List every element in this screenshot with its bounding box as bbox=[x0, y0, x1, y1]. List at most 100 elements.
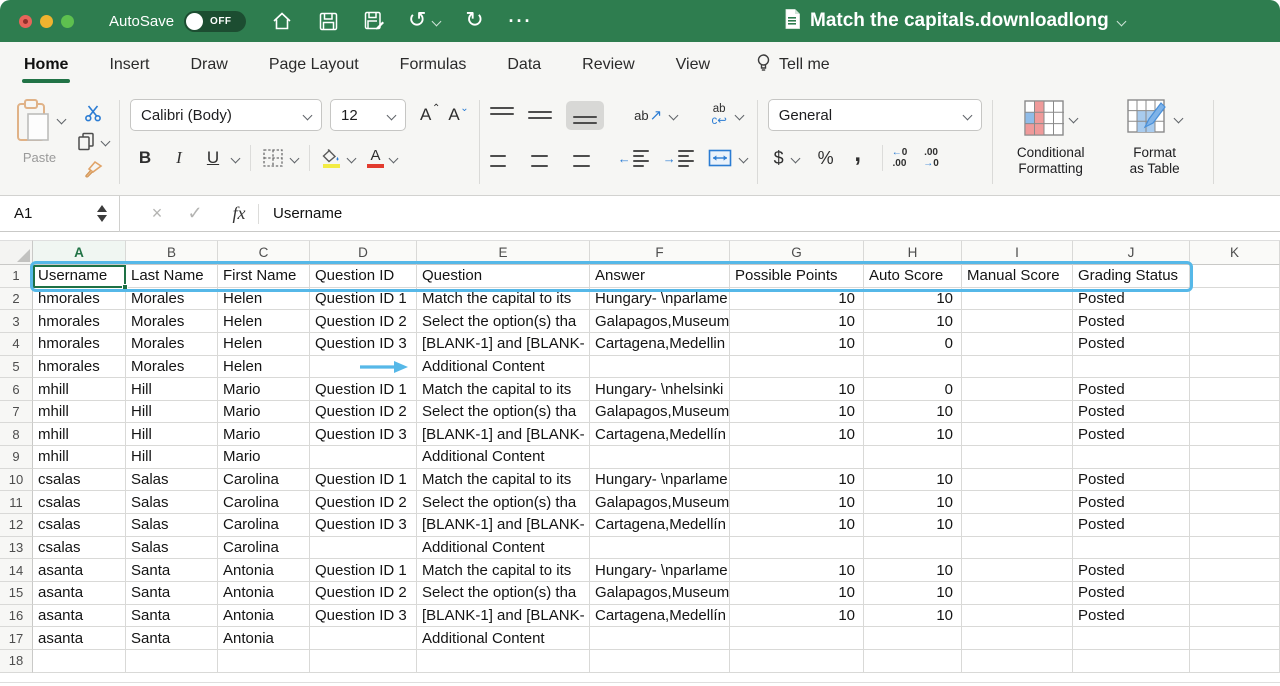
cell-F12[interactable]: Cartagena,Medellín bbox=[590, 514, 730, 537]
align-bottom-button[interactable] bbox=[566, 101, 604, 130]
cell-G15[interactable]: 10 bbox=[730, 582, 864, 605]
cell-D3[interactable]: Question ID 2 bbox=[310, 310, 417, 333]
shrink-font-button[interactable]: A⌄ bbox=[448, 105, 468, 125]
cell-K8[interactable] bbox=[1190, 423, 1280, 446]
cell-F4[interactable]: Cartagena,Medellin bbox=[590, 333, 730, 356]
cell-C17[interactable]: Antonia bbox=[218, 627, 310, 650]
cell-B2[interactable]: Morales bbox=[126, 288, 218, 311]
cell-J5[interactable] bbox=[1073, 356, 1190, 379]
cell-K5[interactable] bbox=[1190, 356, 1280, 379]
wrap-text-button[interactable]: abc↩ bbox=[708, 103, 747, 127]
cell-C14[interactable]: Antonia bbox=[218, 559, 310, 582]
orientation-button[interactable]: ab ↗ bbox=[618, 106, 694, 124]
cell-D9[interactable] bbox=[310, 446, 417, 469]
fill-color-button[interactable] bbox=[321, 148, 355, 168]
cell-H18[interactable] bbox=[864, 650, 962, 673]
cell-E8[interactable]: [BLANK-1] and [BLANK- bbox=[417, 423, 590, 446]
conditional-formatting-chevron-icon[interactable] bbox=[1069, 113, 1079, 123]
cell-K16[interactable] bbox=[1190, 605, 1280, 628]
cell-C11[interactable]: Carolina bbox=[218, 491, 310, 514]
name-box-stepper[interactable] bbox=[97, 205, 107, 222]
save-icon[interactable] bbox=[316, 9, 340, 33]
cell-I16[interactable] bbox=[962, 605, 1073, 628]
cell-E17[interactable]: Additional Content bbox=[417, 627, 590, 650]
cell-B6[interactable]: Hill bbox=[126, 378, 218, 401]
select-all-corner[interactable] bbox=[0, 240, 33, 265]
column-header-C[interactable]: C bbox=[218, 240, 310, 265]
tell-me-button[interactable]: Tell me bbox=[755, 53, 830, 78]
title-chevron-icon[interactable] bbox=[1116, 16, 1126, 26]
cell-E14[interactable]: Match the capital to its bbox=[417, 559, 590, 582]
row-header-9[interactable]: 9 bbox=[0, 446, 33, 469]
cell-A13[interactable]: csalas bbox=[33, 537, 126, 560]
tab-review[interactable]: Review bbox=[582, 42, 634, 88]
cell-B14[interactable]: Santa bbox=[126, 559, 218, 582]
more-commands-icon[interactable]: ··· bbox=[508, 9, 532, 33]
cell-D6[interactable]: Question ID 1 bbox=[310, 378, 417, 401]
cell-C13[interactable]: Carolina bbox=[218, 537, 310, 560]
column-header-D[interactable]: D bbox=[310, 240, 417, 265]
cell-H11[interactable]: 10 bbox=[864, 491, 962, 514]
cell-B8[interactable]: Hill bbox=[126, 423, 218, 446]
cell-I15[interactable] bbox=[962, 582, 1073, 605]
cell-D8[interactable]: Question ID 3 bbox=[310, 423, 417, 446]
cell-K10[interactable] bbox=[1190, 469, 1280, 492]
cell-K1[interactable] bbox=[1190, 265, 1280, 288]
cell-A15[interactable]: asanta bbox=[33, 582, 126, 605]
column-header-I[interactable]: I bbox=[962, 240, 1073, 265]
row-header-7[interactable]: 7 bbox=[0, 401, 33, 424]
cell-G1[interactable]: Possible Points bbox=[730, 265, 864, 288]
cell-A17[interactable]: asanta bbox=[33, 627, 126, 650]
row-header-14[interactable]: 14 bbox=[0, 559, 33, 582]
cell-B12[interactable]: Salas bbox=[126, 514, 218, 537]
currency-chevron-icon[interactable] bbox=[790, 153, 800, 163]
cell-A1[interactable]: Username bbox=[33, 265, 126, 288]
cell-C6[interactable]: Mario bbox=[218, 378, 310, 401]
cell-A16[interactable]: asanta bbox=[33, 605, 126, 628]
close-button[interactable] bbox=[19, 15, 32, 28]
cell-A7[interactable]: mhill bbox=[33, 401, 126, 424]
cell-G18[interactable] bbox=[730, 650, 864, 673]
font-color-chevron-icon[interactable] bbox=[389, 153, 399, 163]
cell-E16[interactable]: [BLANK-1] and [BLANK- bbox=[417, 605, 590, 628]
autosave-toggle[interactable]: OFF bbox=[184, 11, 246, 32]
cell-H8[interactable]: 10 bbox=[864, 423, 962, 446]
cell-H6[interactable]: 0 bbox=[864, 378, 962, 401]
align-middle-button[interactable] bbox=[528, 107, 552, 124]
cell-I14[interactable] bbox=[962, 559, 1073, 582]
cell-H12[interactable]: 10 bbox=[864, 514, 962, 537]
cell-I18[interactable] bbox=[962, 650, 1073, 673]
cell-C10[interactable]: Carolina bbox=[218, 469, 310, 492]
cell-G6[interactable]: 10 bbox=[730, 378, 864, 401]
row-header-6[interactable]: 6 bbox=[0, 378, 33, 401]
cell-E12[interactable]: [BLANK-1] and [BLANK- bbox=[417, 514, 590, 537]
row-header-15[interactable]: 15 bbox=[0, 582, 33, 605]
cell-I2[interactable] bbox=[962, 288, 1073, 311]
cell-C3[interactable]: Helen bbox=[218, 310, 310, 333]
decrease-decimal-button[interactable]: ←←00 .00 bbox=[892, 147, 908, 169]
cell-D5[interactable] bbox=[310, 356, 417, 379]
cell-J16[interactable]: Posted bbox=[1073, 605, 1190, 628]
cell-B9[interactable]: Hill bbox=[126, 446, 218, 469]
row-header-1[interactable]: 1 bbox=[0, 265, 33, 288]
cell-E18[interactable] bbox=[417, 650, 590, 673]
cell-D11[interactable]: Question ID 2 bbox=[310, 491, 417, 514]
tab-view[interactable]: View bbox=[676, 42, 710, 88]
cell-B7[interactable]: Hill bbox=[126, 401, 218, 424]
cell-I12[interactable] bbox=[962, 514, 1073, 537]
cell-H17[interactable] bbox=[864, 627, 962, 650]
cell-F17[interactable] bbox=[590, 627, 730, 650]
cell-K15[interactable] bbox=[1190, 582, 1280, 605]
cell-J18[interactable] bbox=[1073, 650, 1190, 673]
cell-C7[interactable]: Mario bbox=[218, 401, 310, 424]
cell-H2[interactable]: 10 bbox=[864, 288, 962, 311]
cell-H4[interactable]: 0 bbox=[864, 333, 962, 356]
cell-G8[interactable]: 10 bbox=[730, 423, 864, 446]
cell-G17[interactable] bbox=[730, 627, 864, 650]
fill-handle[interactable] bbox=[122, 284, 128, 290]
cell-E2[interactable]: Match the capital to its bbox=[417, 288, 590, 311]
cell-B13[interactable]: Salas bbox=[126, 537, 218, 560]
cell-I17[interactable] bbox=[962, 627, 1073, 650]
cell-H15[interactable]: 10 bbox=[864, 582, 962, 605]
format-as-table-button[interactable]: Format as Table bbox=[1107, 98, 1203, 195]
